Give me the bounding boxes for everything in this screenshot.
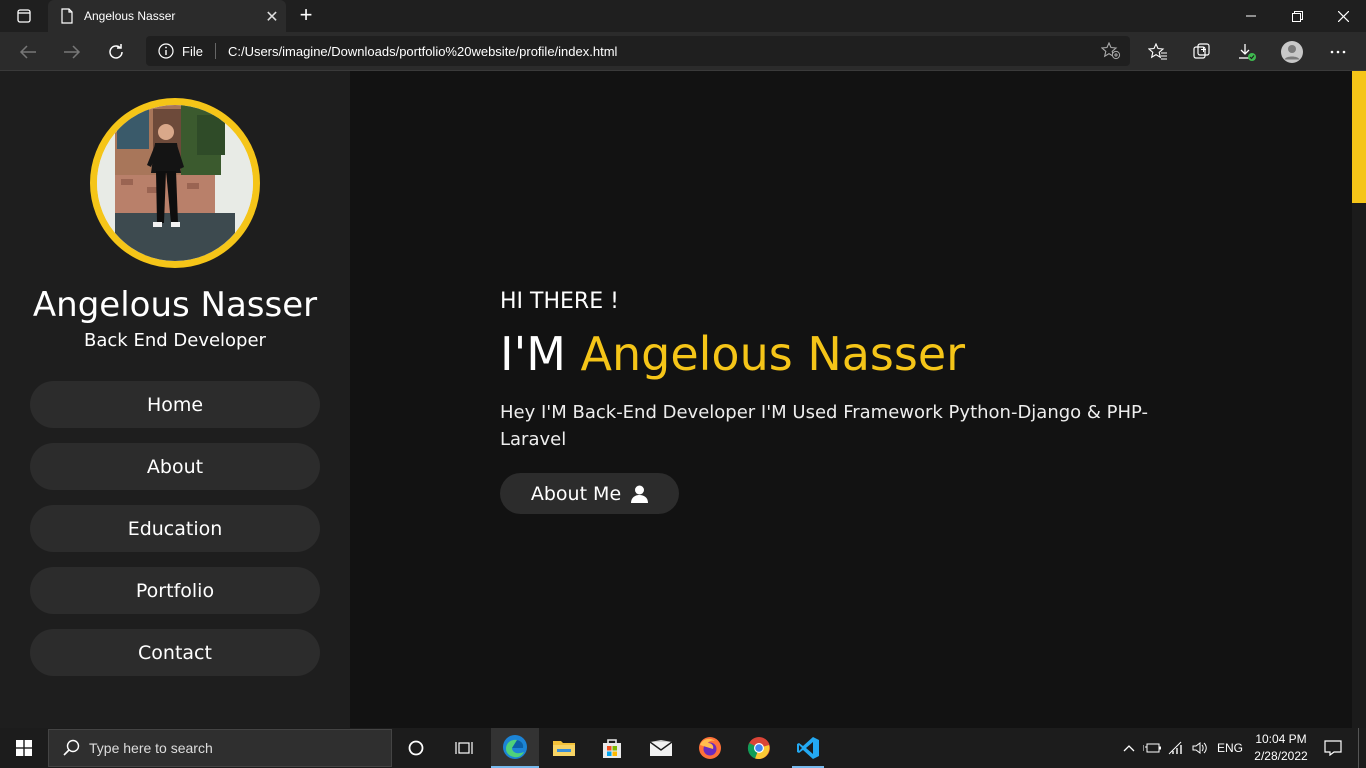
taskbar: Type here to search ENG 10:04 PM 2/28/20	[0, 728, 1366, 768]
settings-more-button[interactable]	[1322, 38, 1354, 66]
task-view-button[interactable]	[440, 728, 488, 768]
network-tray-button[interactable]	[1164, 728, 1188, 768]
tab-actions-icon	[17, 9, 31, 23]
wifi-icon	[1168, 741, 1182, 755]
input-language-indicator[interactable]: ENG	[1214, 728, 1246, 768]
taskbar-firefox[interactable]	[686, 728, 734, 768]
search-icon	[63, 739, 80, 756]
notifications-button[interactable]	[1320, 728, 1346, 768]
favorites-button[interactable]	[1142, 38, 1174, 66]
download-icon	[1239, 44, 1256, 61]
avatar-icon	[1281, 41, 1303, 63]
speaker-icon	[1192, 742, 1207, 754]
collections-button[interactable]	[1186, 38, 1218, 66]
taskbar-clock[interactable]: 10:04 PM 2/28/2022	[1246, 731, 1316, 765]
hero-greeting: HI THERE !	[500, 289, 619, 314]
mail-icon	[649, 740, 673, 756]
task-view-icon	[455, 742, 473, 754]
downloads-button[interactable]	[1231, 38, 1263, 66]
volume-tray-button[interactable]	[1188, 728, 1212, 768]
battery-icon	[1143, 743, 1161, 753]
cortana-circle-icon	[408, 740, 424, 756]
about-me-button-label: About Me	[530, 482, 622, 505]
nav-item-education[interactable]: Education	[30, 505, 320, 552]
cortana-button[interactable]	[392, 728, 440, 768]
browser-toolbar: File C:/Users/imagine/Downloads/portfoli…	[0, 32, 1366, 71]
tab-actions-button[interactable]	[8, 6, 40, 26]
profile-role: Back End Developer	[84, 330, 266, 351]
new-tab-button[interactable]: +	[294, 4, 318, 28]
add-favorite-button[interactable]	[1096, 39, 1126, 63]
start-button[interactable]	[0, 728, 48, 768]
address-bar[interactable]: File C:/Users/imagine/Downloads/portfoli…	[146, 36, 1130, 66]
taskbar-edge[interactable]	[491, 728, 539, 768]
search-placeholder: Type here to search	[89, 740, 213, 756]
close-icon	[1337, 10, 1349, 22]
hero-title-prefix: I'M	[500, 327, 566, 381]
nav-item-home[interactable]: Home	[30, 381, 320, 428]
folder-icon	[553, 741, 575, 756]
profile-photo	[90, 98, 260, 268]
favorites-icon	[1148, 43, 1167, 60]
hero-title-name: Angelous Nasser	[580, 327, 966, 381]
profile-button[interactable]	[1276, 38, 1308, 66]
star-add-icon	[1101, 42, 1121, 60]
address-separator	[214, 43, 216, 59]
battery-tray-button[interactable]	[1140, 728, 1164, 768]
tab-title: Angelous Nasser	[84, 9, 176, 23]
minimize-button[interactable]	[1228, 0, 1274, 32]
user-icon	[631, 485, 649, 503]
info-icon[interactable]	[158, 43, 174, 59]
refresh-button[interactable]	[100, 38, 132, 66]
taskbar-microsoft-store[interactable]	[588, 728, 636, 768]
show-desktop-button[interactable]	[1358, 728, 1366, 768]
close-window-button[interactable]	[1320, 0, 1366, 32]
notification-icon	[1324, 740, 1342, 756]
about-me-button[interactable]: About Me	[500, 473, 679, 514]
refresh-icon	[109, 44, 123, 59]
chevron-up-icon	[1123, 745, 1135, 752]
forward-button[interactable]	[56, 38, 88, 66]
address-scheme-label: File	[182, 43, 203, 59]
minimize-icon	[1246, 15, 1256, 17]
sidebar: Angelous Nasser Back End Developer Home …	[0, 71, 350, 728]
taskbar-vscode[interactable]	[784, 728, 832, 768]
nav-item-contact[interactable]: Contact	[30, 629, 320, 676]
nav-item-portfolio[interactable]: Portfolio	[30, 567, 320, 614]
show-hidden-icons-button[interactable]	[1118, 728, 1140, 768]
arrow-left-icon	[19, 45, 36, 59]
clock-time: 10:04 PM	[1255, 732, 1307, 746]
collections-icon	[1193, 43, 1210, 59]
tab-close-icon[interactable]: ✕	[258, 7, 286, 26]
page-scrollbar[interactable]	[1352, 71, 1366, 728]
scrollbar-thumb[interactable]	[1352, 71, 1366, 203]
more-icon	[1330, 50, 1346, 54]
profile-name: Angelous Nasser	[32, 285, 318, 325]
nav-item-about[interactable]: About	[30, 443, 320, 490]
firefox-icon	[699, 737, 721, 759]
page-document-icon	[61, 8, 73, 24]
web-page: Angelous Nasser Back End Developer Home …	[0, 71, 1352, 728]
browser-tab-active[interactable]: Angelous Nasser ✕	[48, 0, 286, 32]
taskbar-mail[interactable]	[637, 728, 685, 768]
arrow-right-icon	[64, 45, 81, 59]
restore-button[interactable]	[1274, 0, 1320, 32]
vscode-icon	[797, 737, 819, 759]
edge-icon	[503, 735, 527, 759]
store-bag-icon	[603, 739, 621, 758]
taskbar-chrome[interactable]	[735, 728, 783, 768]
clock-date: 2/28/2022	[1254, 749, 1308, 763]
url-text[interactable]: C:/Users/imagine/Downloads/portfolio%20w…	[228, 44, 1096, 59]
windows-logo-icon	[16, 740, 32, 756]
restore-icon	[1291, 10, 1303, 22]
chrome-icon	[747, 737, 770, 760]
taskbar-file-explorer[interactable]	[540, 728, 588, 768]
hero-description: Hey I'M Back-End Developer I'M Used Fram…	[500, 402, 1149, 450]
hero-title: I'M Angelous Nasser	[500, 327, 965, 381]
back-button[interactable]	[12, 38, 44, 66]
taskbar-search-box[interactable]: Type here to search	[48, 729, 392, 767]
browser-tab-bar: Angelous Nasser ✕ +	[0, 0, 1366, 32]
